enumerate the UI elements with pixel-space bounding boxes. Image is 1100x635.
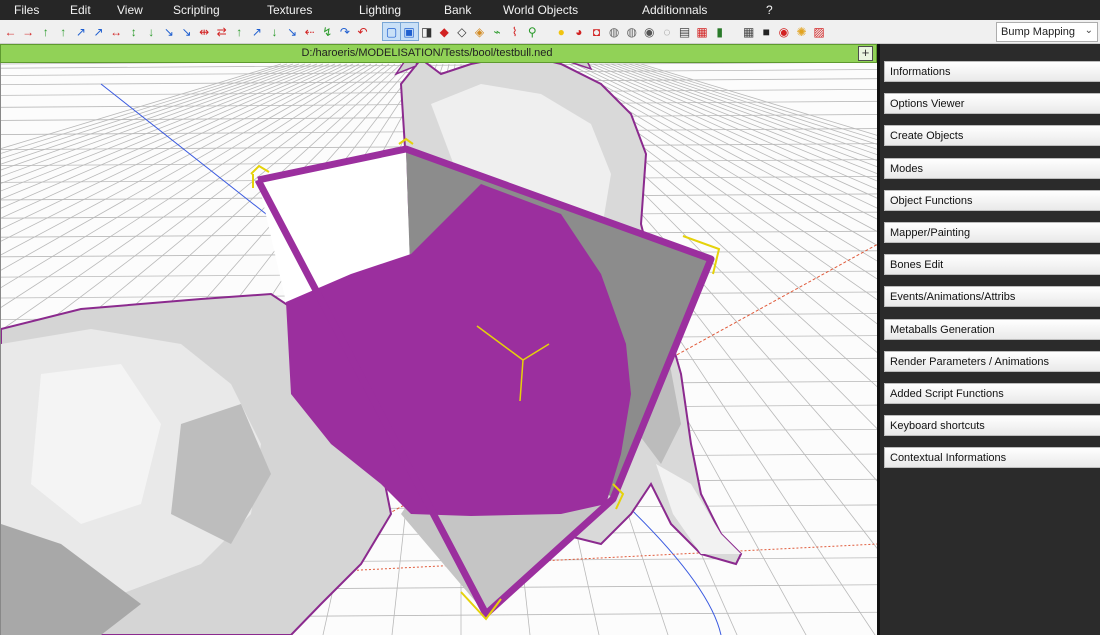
snap-up-icon[interactable]: ↑ bbox=[231, 23, 248, 40]
paint-bucket-icon[interactable]: ◕ bbox=[570, 23, 587, 40]
menu-scripting[interactable]: Scripting bbox=[173, 3, 220, 17]
menu-bar: Files Edit View Scripting Textures Lighting Ba… bbox=[0, 0, 1100, 20]
split-icon[interactable]: ⇹ bbox=[196, 23, 213, 40]
menu-lighting[interactable]: Lighting bbox=[359, 3, 401, 17]
export-icon[interactable]: ▨ bbox=[811, 23, 828, 40]
panel-button-keyboard-shortcuts[interactable]: Keyboard shortcuts bbox=[884, 415, 1100, 437]
scale-y-icon[interactable]: ↕ bbox=[125, 23, 142, 40]
panel-button-create-objects[interactable]: Create Objects bbox=[884, 125, 1100, 147]
diamond-icon[interactable]: ◈ bbox=[471, 23, 488, 40]
scene bbox=[1, 44, 877, 635]
axis-rotate-icon[interactable]: ↘ bbox=[160, 23, 177, 40]
edge-icon[interactable]: ⌇ bbox=[506, 23, 523, 40]
vertex-icon[interactable]: ⌁ bbox=[489, 23, 506, 40]
paint-icon[interactable]: ◘ bbox=[588, 23, 605, 40]
undo-arrow-icon[interactable]: ← bbox=[2, 23, 19, 40]
mesh-light-icon[interactable]: ◌ bbox=[658, 23, 675, 40]
clapper-icon[interactable]: ▦ bbox=[740, 23, 757, 40]
menu-textures[interactable]: Textures bbox=[267, 3, 312, 17]
material-icon[interactable]: ▦ bbox=[694, 23, 711, 40]
curve-alt-icon[interactable]: ↶ bbox=[354, 23, 371, 40]
menu-world-objects[interactable]: World Objects bbox=[503, 3, 578, 17]
panel-button-mapper-painting[interactable]: Mapper/Painting bbox=[884, 222, 1100, 243]
panel-button-options-viewer[interactable]: Options Viewer bbox=[884, 93, 1100, 115]
rotate-axis-icon[interactable]: ↗ bbox=[72, 23, 89, 40]
lightbulb-icon[interactable]: ● bbox=[553, 23, 570, 40]
redo-arrow-icon[interactable]: → bbox=[20, 23, 37, 40]
merge-icon[interactable]: ⇄ bbox=[213, 23, 230, 40]
skeleton-icon[interactable]: ⚲ bbox=[524, 23, 541, 40]
panel-button-contextual-informations[interactable]: Contextual Informations bbox=[884, 447, 1100, 469]
gear-icon[interactable]: ✺ bbox=[793, 23, 810, 40]
panel-button-events-animations-attribs[interactable]: Events/Animations/Attribs bbox=[884, 286, 1100, 308]
snap-rotate-icon[interactable]: ↗ bbox=[248, 23, 265, 40]
panel-button-object-functions[interactable]: Object Functions bbox=[884, 189, 1100, 211]
menu-bank[interactable]: Bank bbox=[444, 3, 471, 17]
record-icon[interactable]: ◉ bbox=[775, 23, 792, 40]
curve-icon[interactable]: ↷ bbox=[336, 23, 353, 40]
cone-red-icon[interactable]: ◆ bbox=[436, 23, 453, 40]
axis-scale-icon[interactable]: ↘ bbox=[178, 23, 195, 40]
panel-button-modes[interactable]: Modes bbox=[884, 157, 1100, 179]
select-mode-icon[interactable]: ▢ bbox=[382, 22, 401, 41]
3d-viewport[interactable] bbox=[0, 44, 877, 635]
snap-down-icon[interactable]: ↓ bbox=[266, 23, 283, 40]
axis-move-icon[interactable]: ↓ bbox=[143, 23, 160, 40]
menu-edit[interactable]: Edit bbox=[70, 3, 91, 17]
x-axis-line-lower bbox=[340, 543, 877, 572]
scale-x-icon[interactable]: ↔ bbox=[108, 23, 125, 40]
panel-button-metaballs-generation[interactable]: Metaballs Generation bbox=[884, 318, 1100, 340]
texture-icon[interactable]: ▤ bbox=[676, 23, 693, 40]
mesh-icon[interactable]: ◍ bbox=[606, 23, 623, 40]
panel-button-added-script-functions[interactable]: Added Script Functions bbox=[884, 383, 1100, 404]
chevron-down-icon: ⌄ bbox=[1084, 25, 1093, 36]
render-mode-select[interactable]: Bump Mapping ⌄ bbox=[996, 22, 1098, 42]
mesh-alt-icon[interactable]: ◍ bbox=[623, 23, 640, 40]
render-mode-value: Bump Mapping bbox=[1001, 26, 1075, 38]
cube-icon[interactable]: ◨ bbox=[418, 23, 435, 40]
panel-button-render-parameters-animations[interactable]: Render Parameters / Animations bbox=[884, 350, 1100, 372]
film-icon[interactable]: ■ bbox=[758, 23, 775, 40]
bevel-icon[interactable]: ↯ bbox=[319, 23, 336, 40]
toolbar: ← → ↑ ↑ ↗ ↗ ↔ ↕ ↓ ↘ ↘ ⇹ ⇄ ↑ ↗ ↓ ↘ ⇠ ↯ ↷ ↶ ▢ ▣ ◨ ◆ ◇ ◈ ⌁ ⌇ ⚲ ● ◕ ◘ ◍ ◍ ◉ ◌ ▤ ▦ ▮… bbox=[0, 20, 1100, 44]
mesh-dark-icon[interactable]: ◉ bbox=[641, 23, 658, 40]
menu-files[interactable]: Files bbox=[14, 3, 39, 17]
cone-icon[interactable]: ◇ bbox=[453, 23, 470, 40]
menu-view[interactable]: View bbox=[117, 3, 143, 17]
side-panel: Informations Options Viewer Create Objects… bbox=[877, 44, 1100, 635]
file-path-text: D:/haroeris/MODELISATION/Tests/bool/test… bbox=[301, 47, 553, 59]
extrude-icon[interactable]: ⇠ bbox=[301, 23, 318, 40]
rotate-axis-alt-icon[interactable]: ↗ bbox=[90, 23, 107, 40]
add-view-button[interactable]: + bbox=[858, 46, 873, 61]
move-up-icon[interactable]: ↑ bbox=[37, 23, 54, 40]
menu-help[interactable]: ? bbox=[766, 3, 773, 17]
menu-additionnals[interactable]: Additionnals bbox=[642, 3, 707, 17]
file-path-bar: D:/haroeris/MODELISATION/Tests/bool/test… bbox=[0, 44, 877, 63]
bottle-icon[interactable]: ▮ bbox=[711, 23, 728, 40]
panel-button-informations[interactable]: Informations bbox=[884, 61, 1100, 82]
move-up-alt-icon[interactable]: ↑ bbox=[55, 23, 72, 40]
snap-diagonal-icon[interactable]: ↘ bbox=[284, 23, 301, 40]
panel-button-bones-edit[interactable]: Bones Edit bbox=[884, 254, 1100, 276]
face-mode-icon[interactable]: ▣ bbox=[399, 22, 419, 41]
